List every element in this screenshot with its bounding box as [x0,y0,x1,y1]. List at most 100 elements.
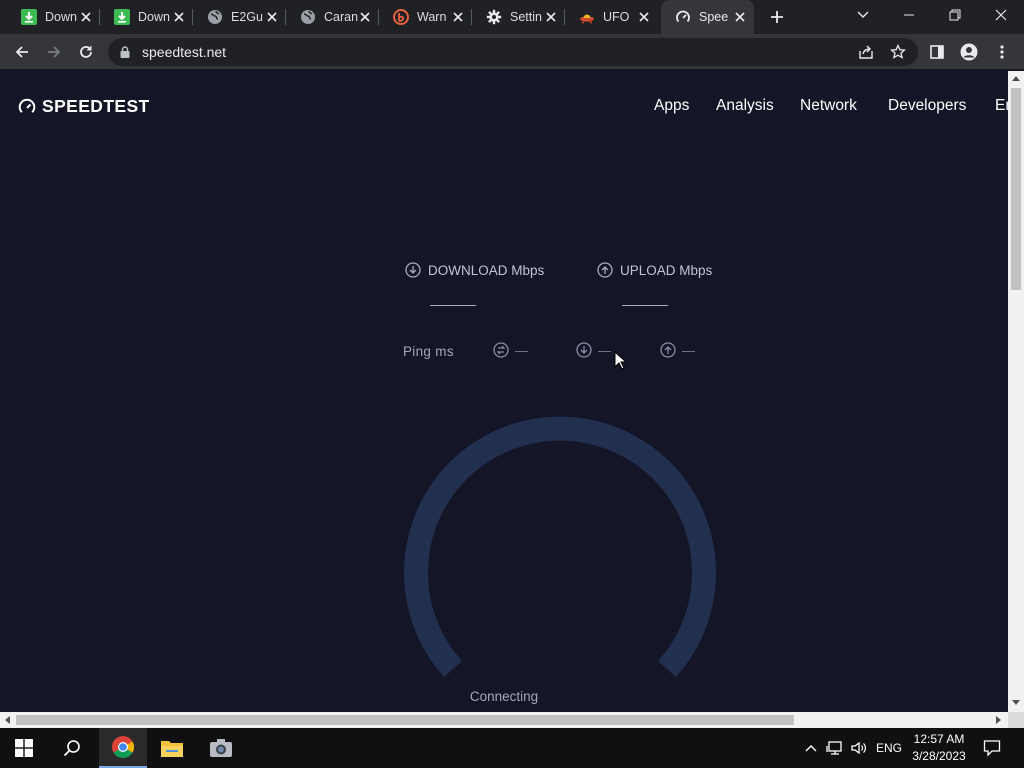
bookmark-button[interactable] [884,38,912,66]
reload-button[interactable] [72,38,100,66]
search-button[interactable] [48,728,96,768]
ping-idle-value: — [515,342,528,358]
scrollbar-corner [1008,712,1024,728]
close-tab-icon[interactable] [264,9,280,25]
scroll-up-icon[interactable] [1012,76,1020,81]
download-label: DOWNLOAD Mbps [428,262,545,278]
reload-icon [80,46,92,58]
tab-title: Down [45,10,77,24]
browser-tab[interactable]: Caran [286,0,379,34]
side-panel-button[interactable] [923,38,951,66]
scroll-right-icon[interactable] [996,716,1001,724]
nav-developers[interactable]: Developers [888,97,966,115]
download-icon [114,9,130,25]
speedtest-icon [675,9,691,25]
close-tab-icon[interactable] [171,9,187,25]
new-tab-button[interactable] [766,6,788,28]
network-status[interactable] [825,738,845,758]
download-icon [21,9,37,25]
tab-strip: Down Down E2Gu Caran Warn Settin UFO Spe… [0,0,1024,34]
browser-tab[interactable]: E2Gu [193,0,286,34]
connection-status: Connecting [469,689,539,704]
upload-label: UPLOAD Mbps [620,262,713,278]
browser-tab[interactable]: UFO [565,0,658,34]
logo-text: SPEEDTEST [42,96,150,116]
notifications-button[interactable] [981,738,1003,758]
close-tab-icon[interactable] [450,9,466,25]
browser-tab[interactable]: Warn [379,0,472,34]
clock-time[interactable]: 12:57 AM [904,732,974,746]
download-header: DOWNLOAD Mbps [405,262,544,278]
back-button[interactable] [8,38,36,66]
url-text[interactable]: speedtest.net [142,44,226,60]
nav-apps[interactable]: Apps [654,97,689,115]
camera-icon [210,739,232,757]
start-button[interactable] [0,728,48,768]
address-bar[interactable]: speedtest.net [108,38,918,66]
globe-icon [207,9,223,25]
horizontal-scrollbar[interactable] [0,712,1008,728]
chrome-icon [112,736,134,758]
clock-date[interactable]: 3/28/2023 [904,749,974,763]
close-window-button[interactable] [978,0,1024,30]
close-tab-icon[interactable] [78,9,94,25]
browser-tab[interactable]: Settin [472,0,565,34]
gear-icon [486,9,502,25]
taskbar-chrome[interactable] [99,728,147,768]
volume-control[interactable] [849,738,869,758]
brand-b-icon [393,9,409,25]
speedtest-logo[interactable]: SPEEDTEST [18,96,150,117]
profile-button[interactable] [955,38,983,66]
tab-title: Spee [699,10,729,24]
plus-icon [771,11,783,23]
nav-network[interactable]: Network [800,97,857,115]
close-tab-icon[interactable] [543,9,559,25]
restore-button[interactable] [932,0,978,30]
taskbar-camera[interactable] [197,728,245,768]
close-tab-icon[interactable] [732,9,748,25]
gauge-track [404,416,716,678]
lock-icon[interactable] [118,45,132,59]
side-panel-icon [930,45,944,59]
forward-arrow-icon [48,46,61,58]
browser-tab-active[interactable]: Spee [661,0,754,34]
taskbar-file-explorer[interactable] [148,728,196,768]
vertical-scrollbar[interactable] [1008,71,1024,712]
minimize-button[interactable] [886,0,932,30]
tab-title: Settin [510,10,542,24]
windows-logo-icon [15,739,33,757]
chevron-down-icon [857,11,869,18]
search-icon [63,740,80,757]
ping-idle: — [493,342,528,358]
browser-tab[interactable]: Down [7,0,100,34]
scroll-left-icon[interactable] [5,716,10,724]
minimize-icon [904,14,914,16]
close-tab-icon[interactable] [636,9,652,25]
tab-search-button[interactable] [840,0,886,30]
horizontal-scroll-thumb[interactable] [16,715,794,725]
ping-upload-value: — [682,342,695,358]
menu-button[interactable] [988,38,1016,66]
speedtest-page: SPEEDTEST Apps Analysis Network Develope… [0,71,1008,712]
ping-upload-icon [660,342,676,358]
ping-download: — [576,342,611,358]
input-language[interactable]: ENG [876,741,902,755]
nav-enterprise[interactable]: Er [995,97,1008,115]
tab-title: UFO [603,10,630,24]
restore-icon [949,9,961,21]
upload-arrow-icon [597,262,613,278]
close-tab-icon[interactable] [357,9,373,25]
vertical-scroll-thumb[interactable] [1011,88,1021,290]
ufo-icon [579,9,595,25]
ping-download-icon [576,342,592,358]
nav-analysis[interactable]: Analysis [716,97,774,115]
forward-button[interactable] [40,38,68,66]
folder-icon [161,741,183,757]
close-icon [995,9,1007,21]
scroll-down-icon[interactable] [1012,700,1020,705]
share-button[interactable] [852,38,880,66]
show-hidden-icons-button[interactable] [802,738,820,758]
notification-icon [983,740,1001,757]
star-icon [890,44,906,59]
browser-tab[interactable]: Down [100,0,193,34]
